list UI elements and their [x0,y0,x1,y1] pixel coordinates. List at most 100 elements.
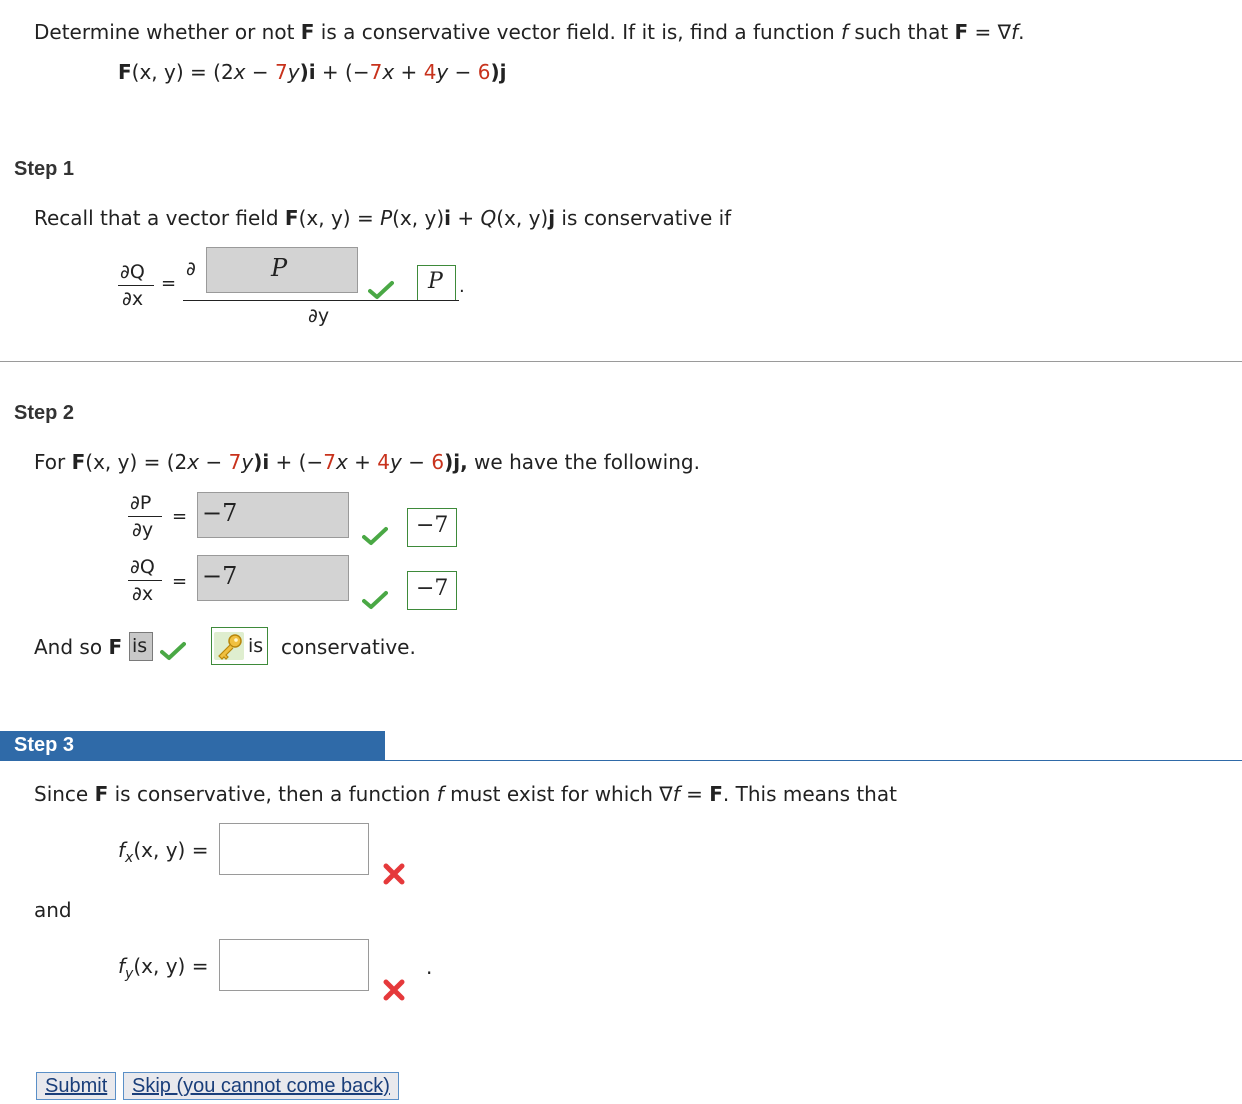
since-F: F [709,782,723,806]
recall-Q: Q [480,206,497,230]
step1-answer-box: P [417,265,456,301]
conservative-select[interactable]: is [129,632,153,661]
step1-answer-value: P [428,269,443,294]
andso-F: F [108,635,123,659]
fy-eq: = [185,954,209,978]
fx-xy: (x, y) [133,838,186,862]
field-j: )j [490,60,507,84]
step1-partial: ∂ [186,258,196,280]
field-text: (x, y) = (2 [131,60,234,84]
recall-P: P [380,206,393,230]
dPdy-answer-box: −7 [407,508,457,547]
step3-period: . [426,955,433,979]
field-coef: 6 [477,60,491,84]
step2-label: Step 2 [14,402,75,424]
step1-frac-line-left [118,285,154,286]
step1-dy: ∂y [308,305,330,327]
prompt-f: f [841,20,849,44]
recall-i: i [444,206,451,230]
key-answer-box: is [211,627,268,665]
prompt-text: is a conservative vector field. If it is… [314,20,842,44]
field-i: )i [299,60,316,84]
recall-text: (x, y) [496,206,549,230]
conservative-text: conservative. [281,635,416,659]
fy-xy: (x, y) [133,954,186,978]
submit-button[interactable]: Submit [36,1072,117,1100]
step2-frac-line-2 [128,580,162,581]
field-x: x [233,60,246,84]
check-icon [368,280,394,305]
dQdx-answer-value: −7 [416,576,449,601]
field-y: y [287,60,300,84]
for-F: F [71,450,86,474]
dQdx-input[interactable]: −7 [197,555,349,601]
step2-equals-1: = [172,506,188,527]
dPdy-answer-value: −7 [416,513,449,538]
field-x: x [382,60,395,84]
fx-label: fx(x, y) = [118,838,208,866]
recall-text: (x, y) [392,206,445,230]
dQdx-answer-box: −7 [407,571,457,610]
field-text: + (− [315,60,370,84]
since-F: F [94,782,109,806]
field-text: − [245,60,275,84]
step1-numerator-input[interactable]: P [206,247,358,293]
skip-button[interactable]: Skip (you cannot come back) [123,1072,399,1100]
fy-label: fy(x, y) = [118,954,208,982]
step1-label: Step 1 [14,158,75,180]
step1-recall: Recall that a vector field F(x, y) = P(x… [34,206,731,230]
prompt-text: . [1018,20,1025,44]
field-y: y [436,60,449,84]
field-coef: 7 [369,60,383,84]
field-F: F [118,60,132,84]
fx-eq: = [185,838,209,862]
step2-dy: ∂y [132,519,154,541]
step1-dQ: ∂Q [120,261,145,283]
prompt-F: F [300,20,315,44]
since-text: must exist for which ∇ [443,782,673,806]
vector-field-expression: F(x, y) = (2x − 7y)i + (−7x + 4y − 6)j [118,60,506,84]
since-f: f [436,782,444,806]
dPdy-input-value: −7 [202,499,238,527]
check-icon [362,590,388,615]
dPdy-input[interactable]: −7 [197,492,349,538]
since-text: is conservative, then a function [108,782,437,806]
andso-text: And so [34,635,109,659]
for-text: (x, y) = (2 [85,450,188,474]
step1-dx: ∂x [122,288,144,310]
step1-equals: = [161,273,177,294]
step2-andso: And so F [34,635,122,659]
recall-F: F [284,206,299,230]
for-x: x [187,450,200,474]
step2-dx: ∂x [132,583,154,605]
for-coef: 6 [431,450,445,474]
step1-frac-line-right [183,300,459,301]
step3-header-line [0,760,1242,761]
step2-for: For F(x, y) = (2x − 7y)i + (−7x + 4y − 6… [34,450,700,474]
prompt-F: F [954,20,969,44]
prompt-text: such that [848,20,955,44]
prompt-text: Determine whether or not [34,20,301,44]
fx-input[interactable] [219,823,369,875]
check-icon [362,526,388,551]
step2-dQ: ∂Q [130,556,155,578]
key-icon [214,632,244,660]
step1-period: . [459,276,465,297]
since-text: = [679,782,710,806]
x-icon [383,863,405,890]
recall-text: Recall that a vector field [34,206,285,230]
fy-f: f [118,954,126,978]
for-y: y [390,450,402,474]
for-x: x [335,450,348,474]
for-text: we have the following. [467,450,700,474]
for-coef: 7 [228,450,242,474]
key-answer-value: is [248,635,264,657]
x-icon [383,979,405,1006]
fx-f: f [118,838,126,862]
recall-text: (x, y) = [298,206,381,230]
field-text: + [394,60,424,84]
field-coef: 4 [423,60,437,84]
step2-frac-line-1 [128,516,162,517]
fy-input[interactable] [219,939,369,991]
for-coef: 4 [377,450,391,474]
